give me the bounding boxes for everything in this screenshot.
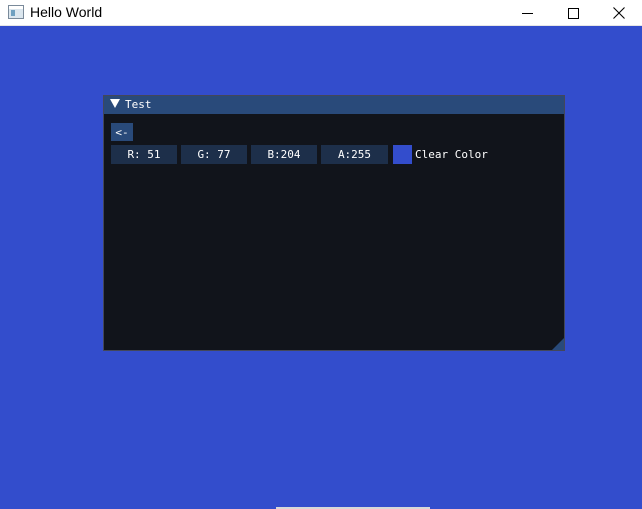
color-drag-a-label: A:255: [337, 148, 372, 161]
color-drag-r[interactable]: R: 51: [111, 145, 177, 164]
color-drag-r-label: R: 51: [127, 148, 161, 161]
color-drag-b-label: B:204: [267, 148, 301, 161]
clear-color-label: Clear Color: [415, 148, 488, 161]
close-button[interactable]: [596, 0, 642, 26]
window-titlebar[interactable]: Hello World: [0, 0, 642, 26]
color-drag-b[interactable]: B:204: [251, 145, 317, 164]
imgui-titlebar[interactable]: Test: [104, 96, 564, 114]
color-swatch-button[interactable]: [393, 145, 412, 164]
minimize-icon: [521, 12, 533, 14]
resize-grip[interactable]: [552, 338, 564, 350]
app-window: Hello World Test <- R: 51 G: 77 B:204 A:…: [0, 0, 642, 509]
imgui-window-title: Test: [125, 98, 152, 111]
window-title: Hello World: [30, 4, 103, 20]
color-drag-a[interactable]: A:255: [321, 145, 388, 164]
close-icon: [613, 7, 625, 19]
back-button[interactable]: <-: [111, 123, 133, 141]
maximize-icon: [567, 7, 579, 19]
app-icon: [8, 5, 24, 19]
color-drag-g-label: G: 77: [197, 148, 231, 161]
color-drag-g[interactable]: G: 77: [181, 145, 247, 164]
back-button-label: <-: [115, 125, 129, 139]
imgui-window-test[interactable]: Test <- R: 51 G: 77 B:204 A:255 Clear Co…: [103, 95, 565, 351]
minimize-button[interactable]: [504, 0, 550, 26]
maximize-button[interactable]: [550, 0, 596, 26]
collapse-arrow-icon[interactable]: [110, 99, 120, 108]
